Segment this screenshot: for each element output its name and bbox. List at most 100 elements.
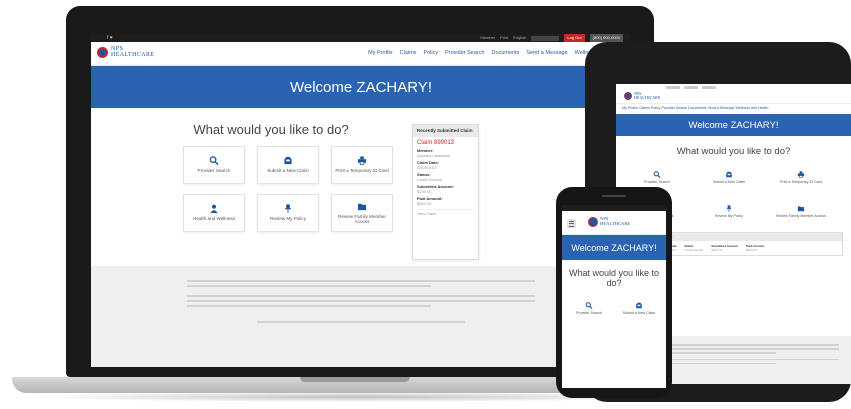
tile-provider-search[interactable]: Provider Search [183,146,245,184]
social-icons[interactable]: f ♥ [107,34,113,42]
phone-page-title: What would you like to do? [568,268,660,288]
utility-link-member[interactable]: Member [480,34,495,42]
tile-label: Review Family Member Access [776,214,826,219]
claim-field-value: Under Review [684,248,704,252]
tile-label: Health and Wellness [192,216,236,222]
tile-submit-claim[interactable]: Submit a New Claim [698,164,760,192]
tablet-brand-logo[interactable]: NPS HEALTHCARE [624,92,660,100]
claim-field: Paid Amount: $000.00 [413,195,478,207]
tile-label: Provider Search [576,311,602,316]
printer-icon [797,171,805,179]
claim-field-value: $130.00 [711,248,723,252]
tile-label: Print a Temporary ID Card [335,168,389,174]
utility-pill[interactable] [702,86,716,89]
tile-family-access[interactable]: Review Family Member Access [331,194,393,232]
inbox-icon [726,172,732,178]
search-icon [209,156,219,166]
utility-pill[interactable] [684,86,698,89]
dashboard-main: What would you like to do? Provider Sear… [91,108,631,260]
utility-pill[interactable] [666,86,680,89]
claim-field: Submitted Amount $130.00 [711,244,738,252]
claim-field-value: $000.00 [417,201,432,206]
search-icon [585,302,593,310]
pin-icon [285,204,291,214]
nav-provider-search[interactable]: Provider Search [445,50,484,56]
claim-field: Member: Zachary Lastname [413,147,478,159]
claim-field-value: Zachary Lastname [417,153,451,158]
user-icon [210,204,218,214]
tile-review-policy[interactable]: Review My Policy [698,198,760,226]
device-mockup-scene: f ♥ Member Print English Log Out (800) 0… [0,0,851,409]
footer-text-line [187,300,535,302]
phone-screen: NPS HEALTHCARE Welcome ZACHARY! What wou… [562,205,666,388]
search-icon [653,171,661,179]
footer-text-line [187,295,535,297]
tablet-nav[interactable]: My Profile Claims Policy Provider Search… [616,104,851,114]
claim-field: Submitted Amount: $130.00 [413,183,478,195]
footer-text-line [187,285,431,287]
tablet-header: NPS HEALTHCARE [616,84,851,104]
inbox-icon [284,157,292,165]
tile-label: Provider Search [197,168,231,174]
folder-icon [797,206,805,212]
nav-claims[interactable]: Claims [400,50,417,56]
logo-text: NPS HEALTHCARE [634,92,660,100]
tablet-page-title: What would you like to do? [676,146,791,157]
nav-documents[interactable]: Documents [492,50,520,56]
logo-line-2: HEALTHCARE [634,95,661,100]
tile-label: Provider Search [644,180,670,185]
tile-provider-search[interactable]: Provider Search [568,294,610,324]
tile-print-id-card[interactable]: Print a Temporary ID Card [770,164,832,192]
tile-print-id-card[interactable]: Print a Temporary ID Card [331,146,393,184]
nav-my-profile[interactable]: My Profile [368,50,392,56]
tile-label: Review My Policy [714,214,744,219]
tile-family-access[interactable]: Review Family Member Access [770,198,832,226]
brand-logo[interactable]: NPS HEALTHCARE [97,46,154,58]
footer-copyright [256,321,466,323]
nav-send-message[interactable]: Send a Message [526,50,567,56]
phone-header: NPS HEALTHCARE [562,211,666,235]
printer-icon [357,156,367,166]
claim-field-value: $130.00 [417,189,432,194]
phone-brand-logo[interactable]: NPS HEALTHCARE [588,216,631,227]
phone-speaker [602,195,626,197]
utility-link-print[interactable]: Print [500,34,508,42]
phone-welcome-banner: Welcome ZACHARY! [562,235,666,260]
tablet-welcome-banner: Welcome ZACHARY! [616,114,851,136]
logo-text: NPS HEALTHCARE [600,216,631,227]
language-select[interactable]: English [513,34,526,42]
pin-icon [726,205,732,213]
tile-label: Submit a New Claim [267,168,309,174]
tile-health-wellness[interactable]: Health and Wellness [183,194,245,232]
claim-id[interactable]: Claim 899013 [413,137,478,147]
logo-icon [624,92,632,100]
laptop-screen: f ♥ Member Print English Log Out (800) 0… [91,34,631,367]
logo-icon [97,46,108,58]
tile-label: Review Family Member Access [338,213,386,225]
page-footer [91,266,631,367]
inbox-icon [636,302,642,309]
search-input[interactable] [531,35,560,41]
logout-button[interactable]: Log Out [564,34,585,42]
tablet-utility-links [666,86,716,89]
tile-label: Print a Temporary ID Card [780,180,822,185]
claim-field-value: $000.00 [745,248,757,252]
claim-field: Claim Date: 00/00/2017 [413,159,478,171]
nav-policy[interactable]: Policy [423,50,438,56]
view-claim-link[interactable]: View Claim [417,209,474,216]
footer-text-line [187,280,535,282]
tile-submit-claim[interactable]: Submit a New Claim [618,294,660,324]
tile-submit-claim[interactable]: Submit a New Claim [257,146,319,184]
tile-label: Submit a New Claim [712,180,746,185]
welcome-banner: Welcome ZACHARY! [91,66,631,108]
logo-line-2: HEALTHCARE [111,52,155,58]
claim-field: Paid Amount $000.00 [746,244,764,252]
logo-line-2: HEALTHCARE [600,221,631,226]
claim-field: Status Under Review [684,244,703,252]
tile-review-policy[interactable]: Review My Policy [257,194,319,232]
hamburger-menu-icon[interactable] [567,219,576,228]
phone-button[interactable]: (800) 000-0000 [589,34,623,42]
logo-icon [588,217,598,227]
footer-text-line [187,305,431,307]
claim-field-value: Under Review [417,177,443,182]
